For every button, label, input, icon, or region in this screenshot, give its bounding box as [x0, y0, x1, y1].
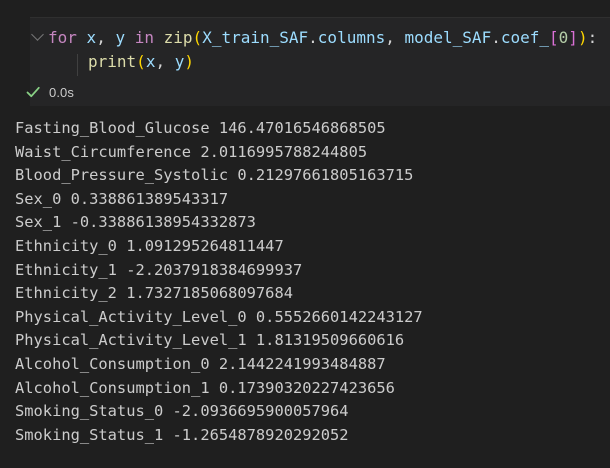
output-line: Physical_Activity_Level_1 1.813195096606… — [15, 331, 405, 350]
code-line-1-token: ( — [192, 28, 203, 47]
code-line-1-token — [125, 28, 135, 47]
output-line: Physical_Activity_Level_0 0.555266014224… — [15, 307, 423, 326]
code-line-1-token: , — [385, 28, 405, 47]
code-line-1-token: columns — [317, 28, 386, 47]
output-line: Alcohol_Consumption_1 0.1739032022742365… — [15, 378, 395, 397]
code-line-2-token: , — [155, 52, 175, 71]
code-line-1-token — [154, 28, 164, 47]
code-line-2-token: ) — [184, 52, 194, 71]
output-line: Sex_1 -0.33886138954332873 — [15, 213, 256, 232]
code-line-1-token: X_train_SAF — [202, 28, 309, 47]
check-icon — [26, 86, 40, 99]
code-line-2-token: ( — [136, 52, 146, 71]
output-line: Ethnicity_1 -2.2037918384699937 — [15, 260, 303, 279]
notebook-cell: for x, y in zip(X_train_SAF.columns, mod… — [0, 0, 610, 468]
code-line-1-token: ) — [577, 28, 588, 47]
code-line-1-token: in — [134, 28, 154, 47]
code-line-1-token: . — [308, 28, 318, 47]
code-line-1-token: [ — [549, 28, 559, 47]
code-line-1-token: zip — [163, 28, 193, 47]
code-line-1-token: for — [48, 28, 77, 47]
code-line-2-token: x — [145, 52, 156, 71]
code-line-1-token: . — [491, 28, 501, 47]
indent-guide — [77, 54, 78, 76]
code-line-1-token: coef_ — [500, 28, 550, 47]
code-line-2-token: print — [88, 52, 137, 71]
code-line-1-token: : — [587, 28, 598, 47]
cell-output: Fasting_Blood_Glucose 146.47016546868505… — [15, 117, 605, 447]
code-line-1: for x, y in zip(X_train_SAF.columns, mod… — [48, 26, 597, 50]
execution-time: 0.0s — [49, 84, 74, 100]
code-line-1-token: , — [96, 28, 116, 47]
chevron-down-icon[interactable] — [31, 28, 44, 41]
output-line: Sex_0 0.338861389543317 — [15, 189, 229, 208]
output-line: Waist_Circumference 2.0116995788244805 — [15, 142, 368, 161]
execution-status: 0.0s — [26, 82, 74, 102]
code-editor[interactable]: for x, y in zip(X_train_SAF.columns, mod… — [30, 17, 610, 106]
code-line-1-token: 0 — [558, 28, 569, 47]
code-line-1-token: model_SAF — [404, 28, 492, 47]
output-line: Blood_Pressure_Systolic 0.21297661805163… — [15, 166, 414, 185]
code-line-1-token: x — [86, 28, 97, 47]
output-line: Smoking_Status_0 -2.0936695900057964 — [15, 402, 349, 421]
output-line: Ethnicity_2 1.7327185068097684 — [15, 284, 293, 303]
output-line: Alcohol_Consumption_0 2.1442241993484887 — [15, 354, 386, 373]
code-line-1-token: ] — [568, 28, 578, 47]
code-line-2: print(x, y) — [88, 50, 194, 74]
code-line-2-token: y — [174, 52, 185, 71]
code-line-1-token: y — [115, 28, 126, 47]
output-line: Fasting_Blood_Glucose 146.47016546868505 — [15, 119, 386, 137]
output-line: Ethnicity_0 1.091295264811447 — [15, 236, 284, 255]
output-line: Smoking_Status_1 -1.2654878920292052 — [15, 425, 349, 444]
code-line-1-token — [77, 28, 87, 47]
